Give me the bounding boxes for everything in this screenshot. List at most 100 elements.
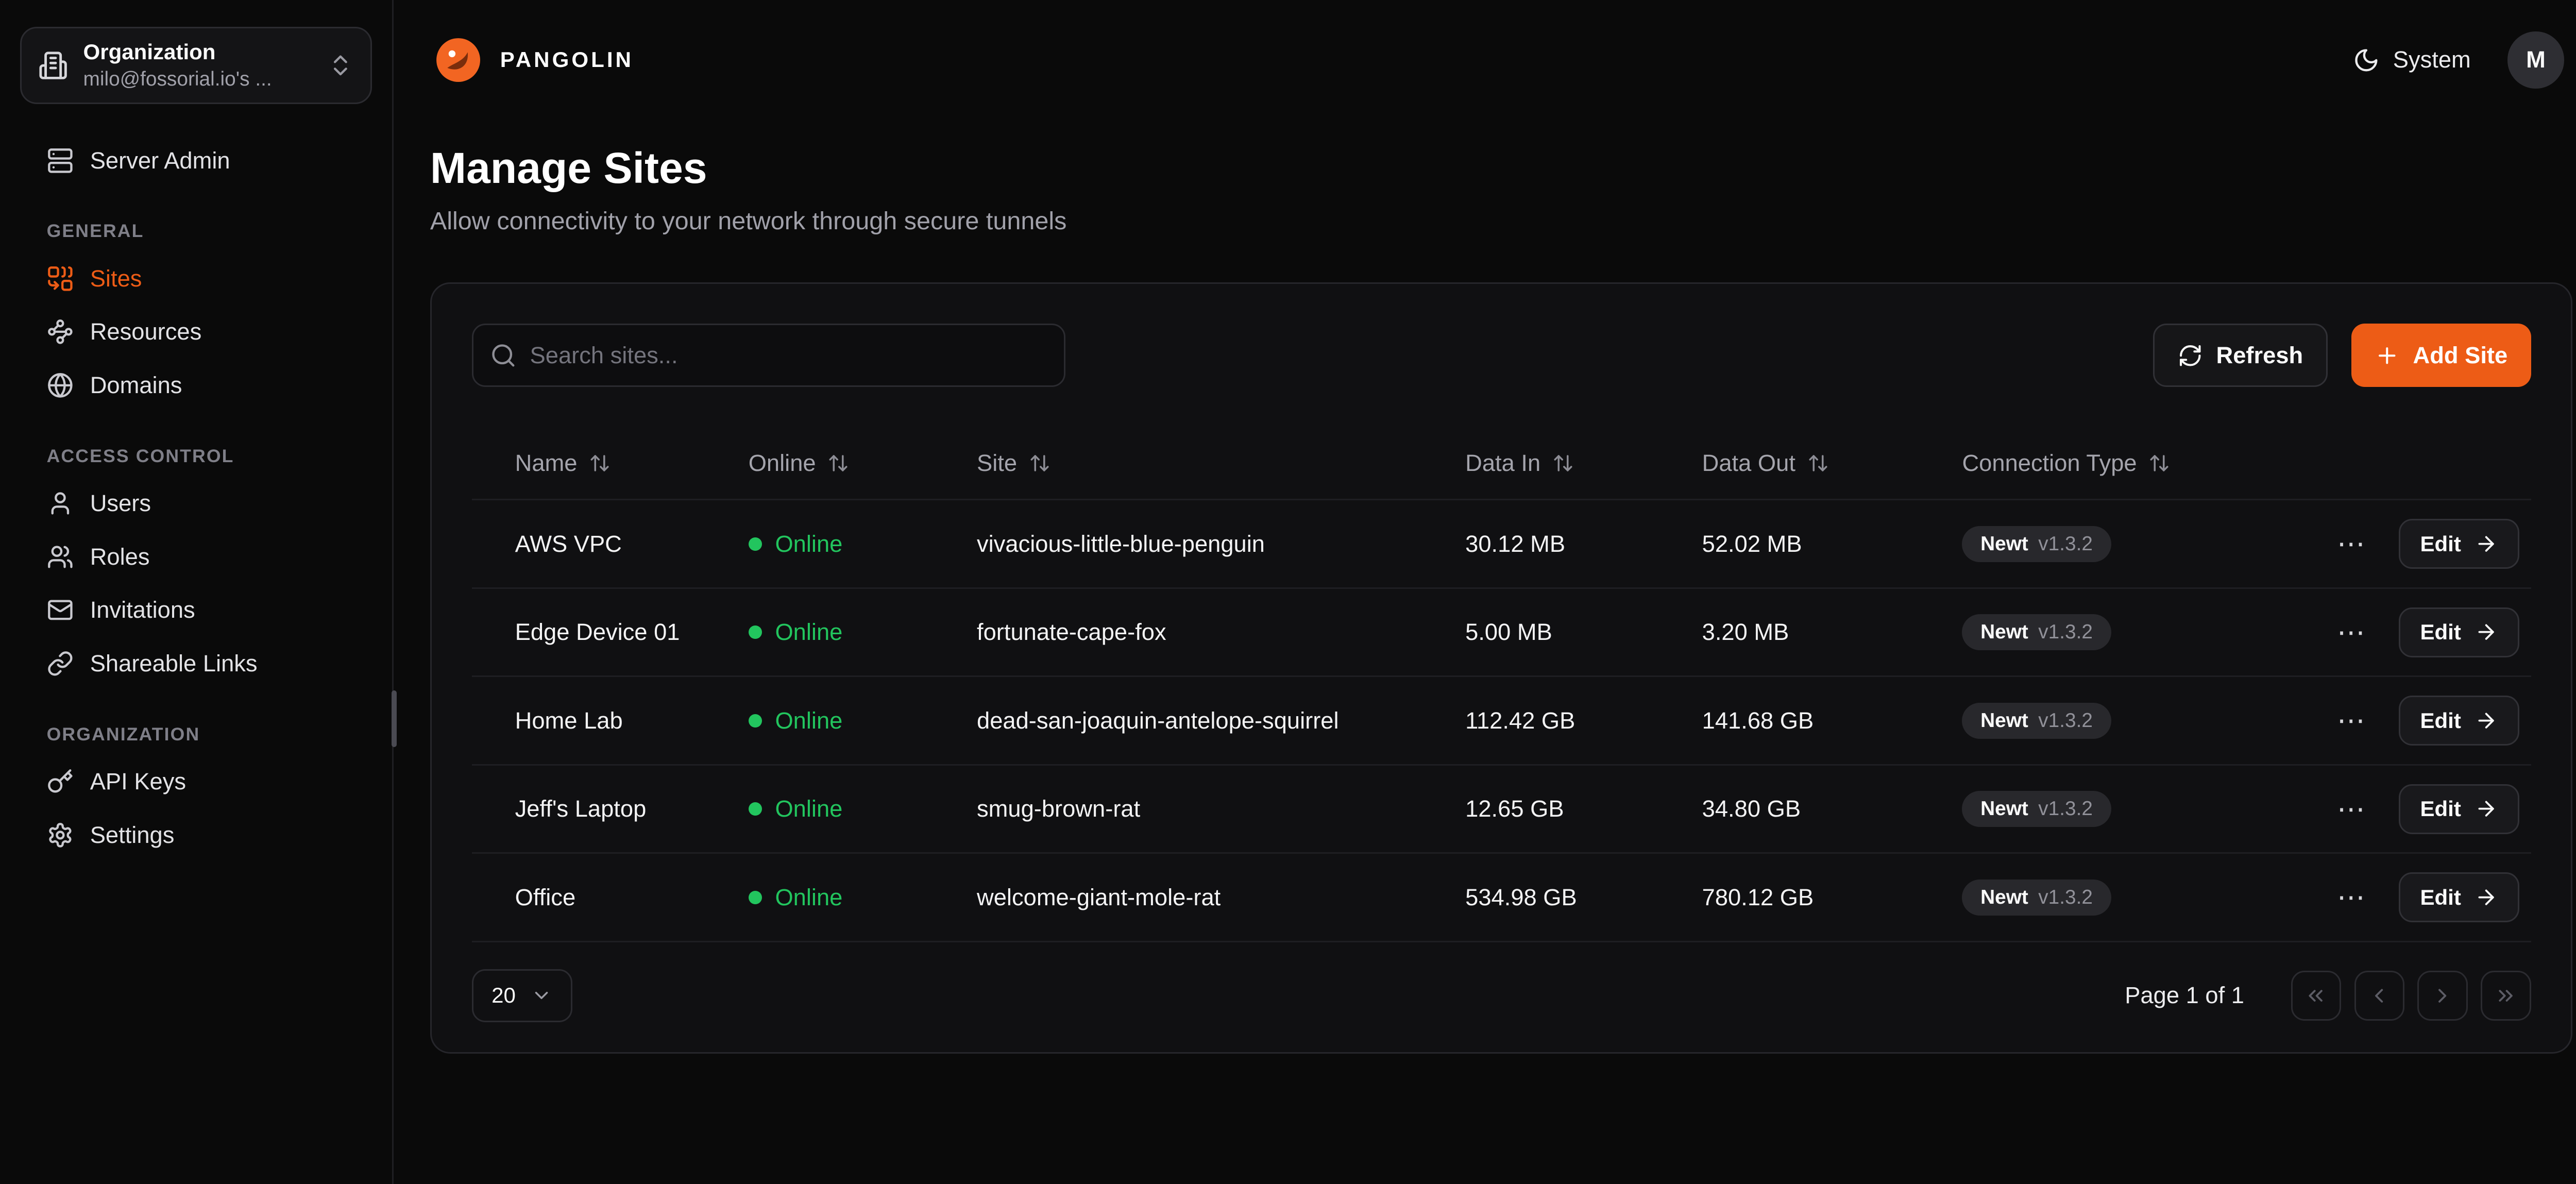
refresh-button[interactable]: Refresh bbox=[2153, 324, 2328, 387]
online-dot-icon bbox=[749, 891, 762, 904]
sidebar-item-label: Users bbox=[90, 490, 151, 517]
sort-icon bbox=[589, 452, 611, 474]
edit-button[interactable]: Edit bbox=[2399, 607, 2519, 657]
add-site-button[interactable]: Add Site bbox=[2351, 324, 2531, 387]
column-header-data-out[interactable]: Data Out bbox=[1702, 450, 1962, 477]
column-header-connection-type[interactable]: Connection Type bbox=[1962, 450, 2369, 477]
data-out: 52.02 MB bbox=[1702, 531, 1962, 557]
row-actions: ⋯ Edit bbox=[2369, 872, 2531, 922]
table-row: Edge Device 01 Online fortunate-cape-fox… bbox=[472, 589, 2531, 678]
connection-badge: Newtv1.3.2 bbox=[1962, 526, 2111, 562]
sidebar: Organization milo@fossorial.io's ... Ser… bbox=[0, 0, 394, 1184]
edit-button[interactable]: Edit bbox=[2399, 784, 2519, 834]
org-switcher-subtitle: milo@fossorial.io's ... bbox=[83, 68, 312, 91]
search-input[interactable] bbox=[472, 324, 1065, 387]
gear-icon bbox=[47, 822, 74, 849]
organization-icon bbox=[38, 50, 68, 80]
site-name: Jeff's Laptop bbox=[515, 796, 749, 822]
waypoints-icon bbox=[47, 318, 74, 345]
sidebar-item-settings[interactable]: Settings bbox=[20, 808, 372, 862]
connection-badge: Newtv1.3.2 bbox=[1962, 791, 2111, 827]
user-icon bbox=[47, 490, 74, 517]
row-menu-button[interactable]: ⋯ bbox=[2330, 700, 2372, 741]
topbar-right: System M bbox=[2353, 31, 2564, 88]
main-area: PANGOLIN System M Manage Sites Allow con… bbox=[394, 0, 2576, 1184]
page-title: Manage Sites bbox=[430, 143, 2572, 193]
arrow-right-icon bbox=[2475, 620, 2498, 644]
data-in: 12.65 GB bbox=[1465, 796, 1702, 822]
online-label: Online bbox=[775, 796, 842, 822]
sites-icon bbox=[47, 265, 74, 292]
sidebar-item-server-admin[interactable]: Server Admin bbox=[20, 134, 372, 188]
refresh-label: Refresh bbox=[2216, 342, 2303, 369]
mail-icon bbox=[47, 597, 74, 623]
site-slug: fortunate-cape-fox bbox=[977, 619, 1465, 646]
chevrons-right-icon bbox=[2494, 984, 2517, 1007]
data-out: 780.12 GB bbox=[1702, 884, 1962, 911]
org-switcher-title: Organization bbox=[83, 40, 312, 64]
row-menu-button[interactable]: ⋯ bbox=[2330, 523, 2372, 565]
sidebar-scrollbar-thumb[interactable] bbox=[392, 690, 397, 747]
sidebar-item-invitations[interactable]: Invitations bbox=[20, 584, 372, 637]
edit-button[interactable]: Edit bbox=[2399, 696, 2519, 746]
sidebar-item-domains[interactable]: Domains bbox=[20, 359, 372, 412]
site-slug: dead-san-joaquin-antelope-squirrel bbox=[977, 707, 1465, 734]
refresh-icon bbox=[2178, 343, 2203, 368]
avatar[interactable]: M bbox=[2507, 31, 2564, 88]
page-size-select[interactable]: 20 bbox=[472, 969, 572, 1023]
connection-type: Newtv1.3.2 bbox=[1962, 526, 2369, 562]
next-page-button[interactable] bbox=[2417, 971, 2467, 1021]
site-name: Office bbox=[515, 884, 749, 911]
sidebar-item-roles[interactable]: Roles bbox=[20, 530, 372, 584]
page-subtitle: Allow connectivity to your network throu… bbox=[430, 207, 2572, 235]
previous-page-button[interactable] bbox=[2354, 971, 2404, 1021]
online-label: Online bbox=[775, 531, 842, 557]
org-switcher[interactable]: Organization milo@fossorial.io's ... bbox=[20, 27, 372, 104]
site-status: Online bbox=[749, 619, 977, 646]
sort-icon bbox=[827, 452, 849, 474]
app-root: Organization milo@fossorial.io's ... Ser… bbox=[0, 0, 2576, 1184]
edit-button[interactable]: Edit bbox=[2399, 519, 2519, 569]
first-page-button[interactable] bbox=[2291, 971, 2341, 1021]
column-header-site[interactable]: Site bbox=[977, 450, 1465, 477]
data-in: 5.00 MB bbox=[1465, 619, 1702, 646]
last-page-button[interactable] bbox=[2481, 971, 2531, 1021]
chevron-left-icon bbox=[2367, 984, 2391, 1007]
sidebar-section-access-control: Access Control bbox=[47, 446, 372, 467]
sidebar-item-label: Invitations bbox=[90, 597, 195, 623]
site-status: Online bbox=[749, 707, 977, 734]
column-header-name[interactable]: Name bbox=[515, 450, 749, 477]
sidebar-section-general: General bbox=[47, 221, 372, 242]
sidebar-item-shareable-links[interactable]: Shareable Links bbox=[20, 637, 372, 690]
row-menu-button[interactable]: ⋯ bbox=[2330, 876, 2372, 918]
sidebar-item-resources[interactable]: Resources bbox=[20, 305, 372, 359]
site-slug: welcome-giant-mole-rat bbox=[977, 884, 1465, 911]
sidebar-item-users[interactable]: Users bbox=[20, 477, 372, 530]
site-slug: smug-brown-rat bbox=[977, 796, 1465, 822]
brand[interactable]: PANGOLIN bbox=[433, 35, 634, 85]
column-header-data-in[interactable]: Data In bbox=[1465, 450, 1702, 477]
site-name: Home Lab bbox=[515, 707, 749, 734]
data-out: 3.20 MB bbox=[1702, 619, 1962, 646]
row-actions: ⋯ Edit bbox=[2369, 607, 2531, 657]
row-menu-button[interactable]: ⋯ bbox=[2330, 612, 2372, 653]
sort-icon bbox=[2148, 452, 2170, 474]
connection-type: Newtv1.3.2 bbox=[1962, 703, 2369, 739]
row-menu-button[interactable]: ⋯ bbox=[2330, 788, 2372, 830]
sidebar-item-sites[interactable]: Sites bbox=[20, 252, 372, 306]
theme-toggle[interactable]: System bbox=[2353, 46, 2471, 73]
chevron-down-icon bbox=[531, 985, 552, 1006]
column-header-online[interactable]: Online bbox=[749, 450, 977, 477]
site-slug: vivacious-little-blue-penguin bbox=[977, 531, 1465, 557]
theme-label: System bbox=[2393, 46, 2471, 73]
table-row: Jeff's Laptop Online smug-brown-rat 12.6… bbox=[472, 766, 2531, 854]
edit-button[interactable]: Edit bbox=[2399, 872, 2519, 922]
sites-table: Name Online Site Data In bbox=[472, 427, 2531, 942]
connection-badge: Newtv1.3.2 bbox=[1962, 703, 2111, 739]
sort-icon bbox=[1807, 452, 1829, 474]
online-label: Online bbox=[775, 884, 842, 911]
connection-type: Newtv1.3.2 bbox=[1962, 791, 2369, 827]
sidebar-item-label: Roles bbox=[90, 544, 150, 570]
plus-icon bbox=[2375, 343, 2400, 368]
sidebar-item-api-keys[interactable]: API Keys bbox=[20, 755, 372, 808]
